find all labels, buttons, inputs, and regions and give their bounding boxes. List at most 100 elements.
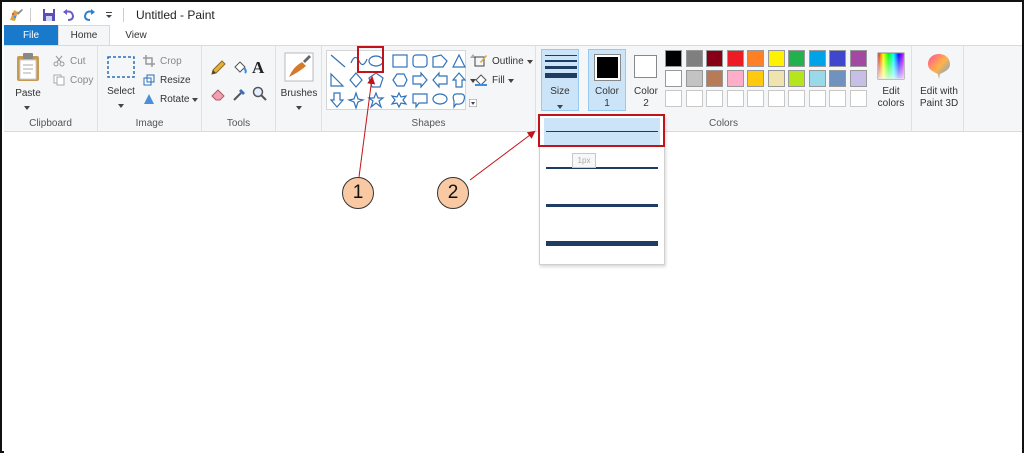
title-separator bbox=[123, 7, 124, 22]
palette-empty-slot[interactable] bbox=[665, 90, 682, 107]
palette-empty-slot[interactable] bbox=[788, 90, 805, 107]
fill-bucket-icon[interactable] bbox=[232, 60, 248, 79]
palette-empty-slot[interactable] bbox=[808, 90, 826, 107]
line-shape-icon[interactable] bbox=[330, 54, 346, 68]
outline-button[interactable]: Outline bbox=[474, 54, 533, 68]
palette-swatch[interactable] bbox=[726, 50, 744, 67]
color-picker-icon[interactable] bbox=[232, 86, 248, 105]
palette-swatch[interactable] bbox=[808, 50, 826, 67]
paint-app-icon[interactable] bbox=[8, 7, 24, 23]
size-label: Size bbox=[550, 86, 570, 97]
palette-swatch[interactable] bbox=[829, 50, 846, 67]
palette-empty-slot[interactable] bbox=[747, 90, 764, 107]
palette-empty-slot[interactable] bbox=[849, 90, 867, 107]
palette-empty-slot[interactable] bbox=[685, 90, 703, 107]
ribbon: Paste Cut Copy Clipboard Select Crop Res… bbox=[4, 46, 1022, 132]
four-point-star-shape-icon[interactable] bbox=[346, 91, 366, 110]
oval-callout-shape-icon[interactable] bbox=[432, 93, 448, 105]
pentagon-shape-icon[interactable] bbox=[368, 72, 384, 88]
palette-swatch[interactable] bbox=[665, 70, 682, 87]
select-dropdown-arrow-icon[interactable] bbox=[118, 100, 124, 111]
size-option-3px[interactable] bbox=[544, 154, 660, 182]
shapes-group: Outline Fill Shapes bbox=[322, 46, 536, 132]
triangle-shape-icon[interactable] bbox=[452, 53, 466, 68]
down-arrow-shape-icon[interactable] bbox=[329, 92, 345, 108]
cloud-callout-shape-icon[interactable] bbox=[452, 93, 466, 109]
palette-empty-slot[interactable] bbox=[767, 90, 785, 107]
up-arrow-shape-icon[interactable] bbox=[451, 72, 467, 88]
palette-swatch[interactable] bbox=[829, 70, 846, 87]
eraser-icon[interactable] bbox=[210, 86, 226, 105]
pencil-icon[interactable] bbox=[210, 60, 226, 79]
select-button[interactable]: Select bbox=[104, 52, 138, 110]
palette-swatch[interactable] bbox=[706, 50, 723, 67]
palette-swatch[interactable] bbox=[685, 70, 703, 87]
palette-swatch[interactable] bbox=[767, 70, 785, 87]
palette-swatch[interactable] bbox=[665, 50, 682, 67]
copy-label: Copy bbox=[70, 74, 94, 86]
size-option-8px[interactable] bbox=[544, 229, 660, 257]
paste-dropdown-arrow-icon[interactable] bbox=[24, 102, 30, 113]
paint3d-label-line1: Edit with bbox=[920, 86, 958, 97]
palette-swatch[interactable] bbox=[767, 50, 785, 67]
hexagon-shape-icon[interactable] bbox=[392, 73, 408, 87]
right-arrow-shape-icon[interactable] bbox=[412, 71, 428, 89]
rotate-dropdown-arrow-icon[interactable] bbox=[192, 94, 199, 105]
gallery-expand-icon[interactable] bbox=[468, 98, 478, 110]
cut-label: Cut bbox=[70, 55, 86, 67]
color1-button[interactable]: Color 1 bbox=[588, 49, 626, 111]
fill-button[interactable]: Fill bbox=[474, 73, 514, 87]
polygon-shape-icon[interactable] bbox=[432, 54, 448, 68]
outline-dropdown-arrow-icon[interactable] bbox=[526, 56, 533, 67]
customize-quick-access-icon[interactable] bbox=[101, 7, 117, 23]
diamond-shape-icon[interactable] bbox=[349, 72, 363, 88]
clipboard-group-label: Clipboard bbox=[29, 118, 72, 129]
paste-button[interactable]: Paste bbox=[10, 50, 46, 110]
palette-swatch[interactable] bbox=[808, 70, 826, 87]
brushes-dropdown-arrow-icon[interactable] bbox=[296, 102, 302, 113]
size-option-5px[interactable] bbox=[544, 191, 660, 219]
rotate-button[interactable]: Rotate bbox=[142, 92, 199, 106]
tab-home[interactable]: Home bbox=[58, 25, 110, 45]
color2-button[interactable]: Color 2 bbox=[628, 49, 664, 111]
edit-colors-button[interactable]: Edit colors bbox=[872, 50, 910, 112]
palette-swatch[interactable] bbox=[788, 70, 805, 87]
rect-callout-shape-icon[interactable] bbox=[412, 93, 428, 109]
left-arrow-shape-icon[interactable] bbox=[432, 71, 448, 89]
fill-dropdown-arrow-icon[interactable] bbox=[507, 75, 514, 86]
cut-button[interactable]: Cut bbox=[52, 54, 86, 68]
six-point-star-shape-icon[interactable] bbox=[390, 91, 408, 109]
resize-button[interactable]: Resize bbox=[142, 73, 191, 87]
palette-swatch[interactable] bbox=[849, 70, 867, 87]
palette-swatch[interactable] bbox=[788, 50, 805, 67]
edit-with-paint3d-button[interactable]: Edit with Paint 3D bbox=[914, 50, 964, 112]
redo-icon[interactable] bbox=[81, 7, 97, 23]
brushes-button[interactable]: Brushes bbox=[280, 50, 318, 110]
magnifier-icon[interactable] bbox=[252, 86, 268, 105]
five-point-star-shape-icon[interactable] bbox=[367, 91, 385, 109]
rounded-rectangle-shape-icon[interactable] bbox=[412, 54, 428, 68]
rotate-icon bbox=[142, 92, 156, 106]
text-tool-icon[interactable]: A bbox=[252, 58, 264, 78]
size-dropdown-arrow-icon[interactable] bbox=[557, 101, 563, 112]
crop-button[interactable]: Crop bbox=[142, 54, 182, 68]
palette-empty-slot[interactable] bbox=[726, 90, 744, 107]
palette-empty-slot[interactable] bbox=[706, 90, 723, 107]
save-icon[interactable] bbox=[41, 7, 57, 23]
palette-swatch[interactable] bbox=[747, 50, 764, 67]
tab-file[interactable]: File bbox=[4, 25, 58, 45]
palette-swatch[interactable] bbox=[849, 50, 867, 67]
color1-label: Color bbox=[595, 86, 619, 97]
right-triangle-shape-icon[interactable] bbox=[330, 72, 345, 87]
palette-swatch[interactable] bbox=[747, 70, 764, 87]
copy-button[interactable]: Copy bbox=[52, 73, 93, 87]
rectangle-shape-icon[interactable] bbox=[392, 54, 408, 68]
drawing-canvas[interactable] bbox=[4, 133, 1022, 453]
undo-icon[interactable] bbox=[61, 7, 77, 23]
tab-view[interactable]: View bbox=[110, 25, 162, 45]
palette-swatch[interactable] bbox=[706, 70, 723, 87]
palette-swatch[interactable] bbox=[685, 50, 703, 67]
size-button[interactable]: Size bbox=[541, 49, 579, 111]
palette-swatch[interactable] bbox=[726, 70, 744, 87]
palette-empty-slot[interactable] bbox=[829, 90, 846, 107]
